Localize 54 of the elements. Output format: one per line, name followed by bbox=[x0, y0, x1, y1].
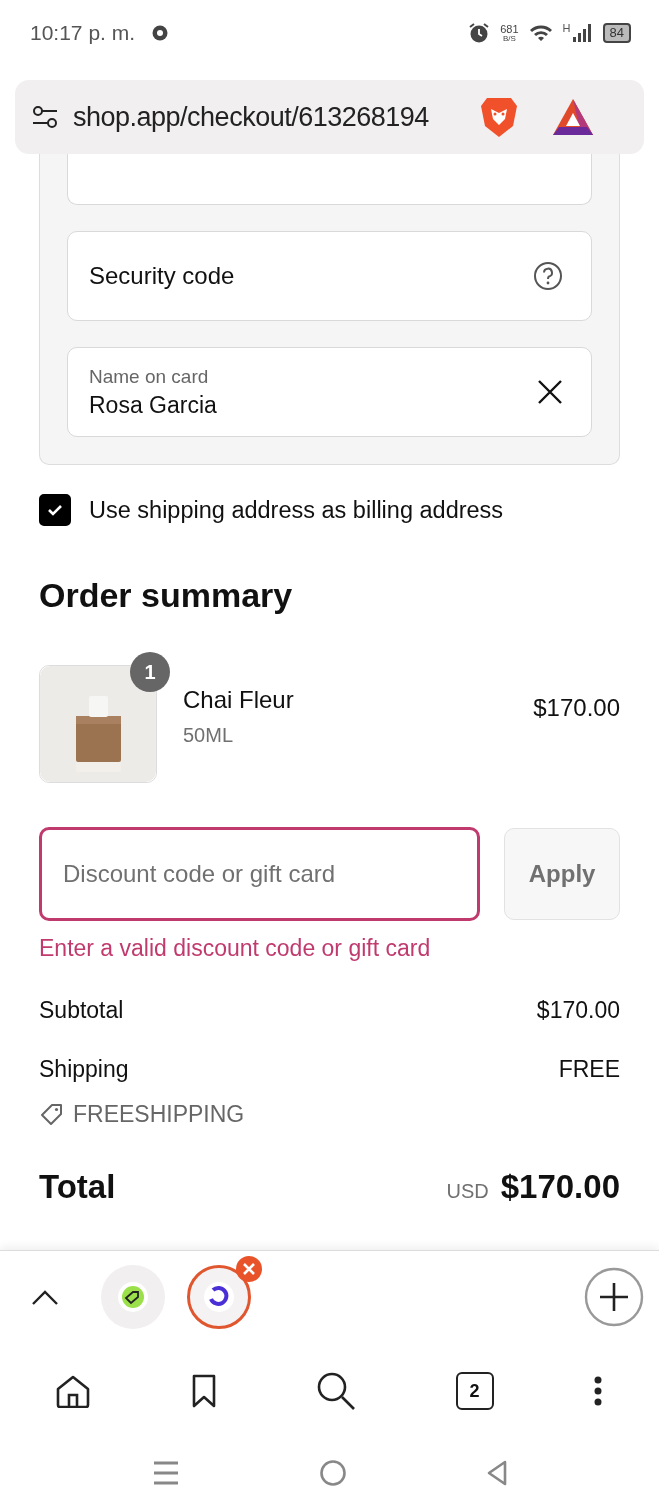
total-amount: $170.00 bbox=[500, 1168, 620, 1206]
tab-count-button[interactable]: 2 bbox=[455, 1372, 494, 1410]
product-price: $170.00 bbox=[533, 694, 620, 722]
browser-icon bbox=[151, 24, 170, 42]
section-heading: Order summary bbox=[39, 576, 294, 615]
triangle-icon[interactable] bbox=[551, 97, 595, 137]
total-label: Total bbox=[39, 1168, 116, 1206]
net-speed: 681 bbox=[500, 23, 519, 35]
expiration-field[interactable] bbox=[67, 154, 592, 205]
menu-icon[interactable] bbox=[152, 1460, 180, 1486]
net-unit: B/S bbox=[502, 34, 516, 43]
line-label: Shipping bbox=[39, 1056, 129, 1083]
chevron-up-icon[interactable] bbox=[31, 1288, 59, 1306]
discount-field[interactable]: Discount code or gift card bbox=[39, 827, 481, 921]
tag-icon bbox=[117, 1281, 149, 1313]
network-type: H bbox=[562, 22, 571, 34]
discount-code: FREESHIPPING bbox=[73, 1101, 245, 1128]
line-value: $170.00 bbox=[536, 997, 620, 1024]
product-variant: 50ML bbox=[183, 723, 235, 747]
back-icon[interactable] bbox=[485, 1459, 509, 1487]
apply-button[interactable]: Apply bbox=[504, 828, 620, 920]
site-settings-icon[interactable] bbox=[31, 103, 59, 131]
wifi-icon bbox=[528, 23, 553, 43]
address-bar[interactable]: shop.app/checkout/613268194 bbox=[15, 80, 644, 154]
quantity-badge: 1 bbox=[130, 652, 170, 692]
checkbox[interactable] bbox=[39, 494, 71, 526]
tab-thumbnail[interactable] bbox=[187, 1265, 251, 1329]
alarm-icon bbox=[468, 22, 491, 44]
field-value: Rosa Garcia bbox=[89, 391, 218, 419]
line-label: Subtotal bbox=[39, 997, 124, 1024]
checkbox-label: Use shipping address as billing address bbox=[89, 496, 504, 524]
status-time: 10:17 p. m. bbox=[30, 21, 136, 45]
more-icon[interactable] bbox=[593, 1375, 603, 1407]
battery-indicator: 84 bbox=[602, 23, 631, 43]
error-message: Enter a valid discount code or gift card bbox=[39, 935, 432, 962]
security-code-field[interactable]: Security code bbox=[67, 231, 592, 321]
swirl-icon bbox=[203, 1281, 235, 1313]
home-icon[interactable] bbox=[55, 1374, 91, 1408]
url-text[interactable]: shop.app/checkout/613268194 bbox=[73, 101, 465, 133]
signal-icon bbox=[572, 23, 593, 43]
home-circle-icon[interactable] bbox=[318, 1459, 347, 1487]
name-field[interactable]: Name on card Rosa Garcia bbox=[67, 347, 592, 437]
bookmark-icon[interactable] bbox=[190, 1374, 217, 1408]
search-icon[interactable] bbox=[316, 1371, 356, 1411]
field-label: Name on card bbox=[89, 365, 210, 388]
product-name: Chai Fleur bbox=[183, 685, 295, 714]
help-icon[interactable] bbox=[533, 261, 563, 291]
line-value: FREE bbox=[558, 1056, 620, 1083]
add-icon[interactable] bbox=[584, 1267, 644, 1327]
close-icon[interactable] bbox=[537, 379, 563, 405]
lion-shield-icon[interactable] bbox=[479, 95, 519, 139]
currency-code: USD bbox=[446, 1180, 489, 1203]
tag-icon bbox=[39, 1101, 65, 1128]
field-placeholder: Security code bbox=[89, 262, 236, 290]
